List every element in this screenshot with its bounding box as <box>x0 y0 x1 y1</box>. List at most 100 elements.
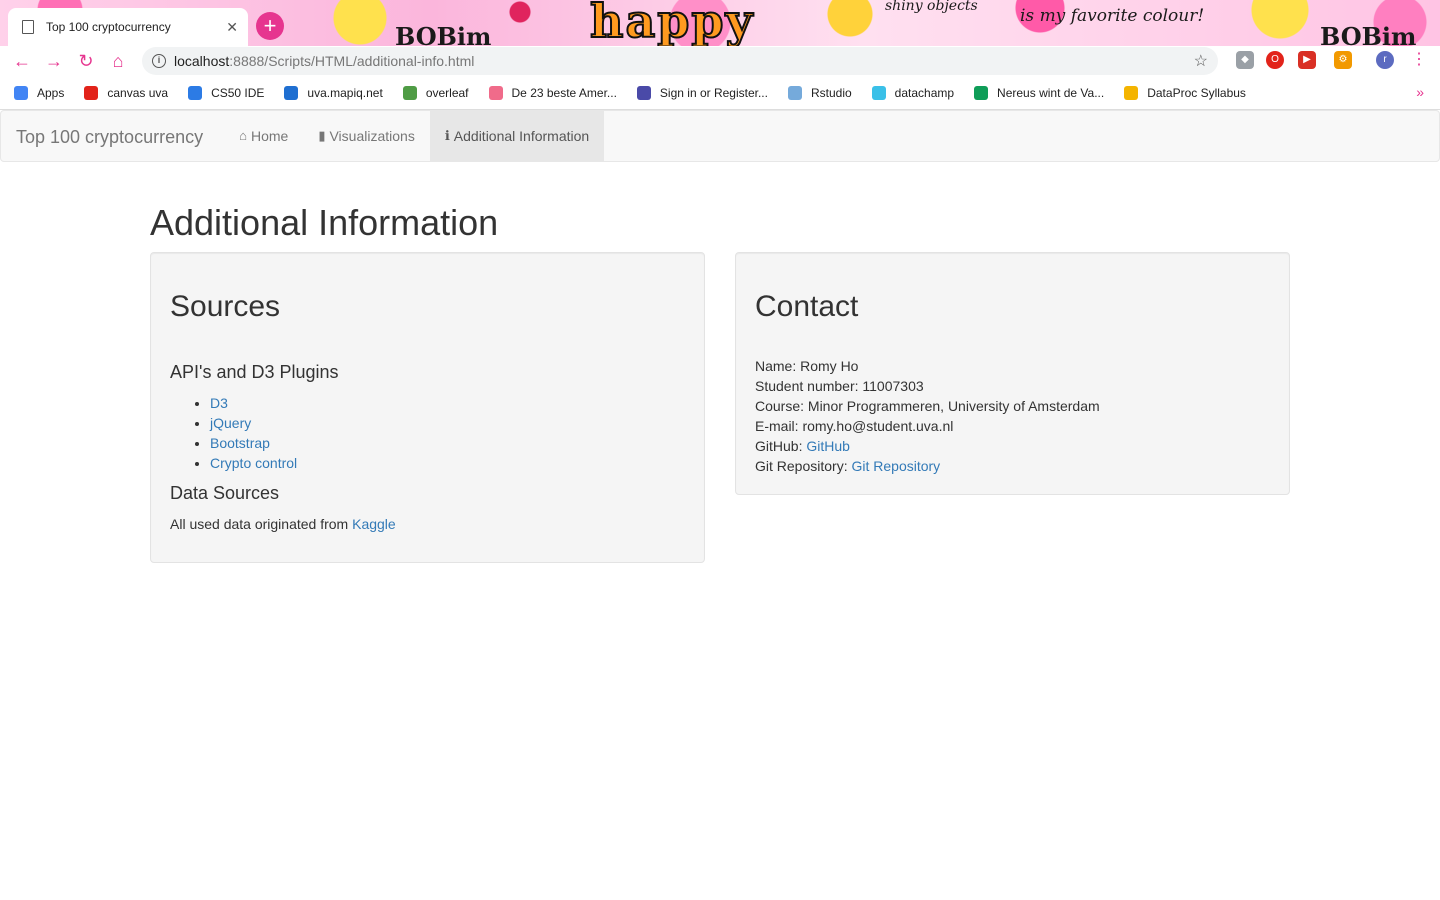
bookmark-favicon-icon <box>188 85 203 100</box>
data-sources-heading: Data Sources <box>170 483 280 503</box>
bookmark-favicon-icon <box>84 85 99 100</box>
bookmark-item[interactable]: Apps <box>14 85 65 100</box>
nav-item-label: Additional Information <box>453 128 590 144</box>
bookmark-label: Rstudio <box>810 85 852 100</box>
info-icon: ℹ <box>444 128 450 143</box>
site-info-icon[interactable]: i <box>152 54 166 68</box>
github-link[interactable]: GitHub <box>806 438 850 454</box>
page-favicon-icon <box>22 20 34 34</box>
nav-item-label: Home <box>250 128 289 144</box>
bookmark-favicon-icon <box>871 85 886 100</box>
contact-student-number: Student number: 11007303 <box>755 378 924 394</box>
nav-item-home[interactable]: ⌂ Home <box>224 111 303 161</box>
theme-decoration-text: BOBim <box>395 22 492 46</box>
site-navbar: Top 100 cryptocurrency ⌂ Home ▮ Visualiz… <box>0 110 1440 162</box>
plugin-link-bootstrap[interactable]: Bootstrap <box>210 435 270 451</box>
home-icon: ⌂ <box>239 128 247 143</box>
contact-github: GitHub: GitHub <box>755 436 1270 456</box>
bookmark-favicon-icon <box>787 85 802 100</box>
bookmark-item[interactable]: overleaf <box>402 85 469 100</box>
navbar-brand[interactable]: Top 100 cryptocurrency <box>1 111 218 161</box>
bookmark-favicon-icon <box>636 85 651 100</box>
page-content: Top 100 cryptocurrency ⌂ Home ▮ Visualiz… <box>0 110 1440 900</box>
bookmark-favicon-icon <box>974 85 989 100</box>
bookmarks-overflow-icon[interactable]: » <box>1416 84 1424 100</box>
forward-arrow-icon[interactable]: → <box>38 51 70 72</box>
kaggle-link[interactable]: Kaggle <box>352 516 396 532</box>
bookmark-label: CS50 IDE <box>211 85 265 100</box>
browser-toolbar: ← → ↻ ⌂ i localhost:8888/Scripts/HTML/ad… <box>0 46 1440 76</box>
bookmark-item[interactable]: DataProc Syllabus <box>1124 85 1246 100</box>
plugin-link-jquery[interactable]: jQuery <box>210 415 251 431</box>
theme-decoration-text: BOBim <box>1320 22 1417 46</box>
git-repository-link[interactable]: Git Repository <box>851 458 940 474</box>
bookmarks-bar: Apps canvas uva CS50 IDE uva.mapiq.net overl… <box>0 76 1440 110</box>
bookmark-label: Nereus wint de Va... <box>997 85 1105 100</box>
close-tab-icon[interactable]: ✕ <box>226 19 238 36</box>
bookmark-label: DataProc Syllabus <box>1147 85 1246 100</box>
bookmark-label: Apps <box>37 85 65 100</box>
bookmark-item[interactable]: CS50 IDE <box>188 85 265 100</box>
bookmark-label: datachamp <box>894 85 955 100</box>
list-item: Crypto control <box>210 453 685 473</box>
list-item: jQuery <box>210 413 685 433</box>
nav-item-label: Visualizations <box>329 128 415 144</box>
theme-decoration-text: is my favorite colour! <box>1020 6 1205 26</box>
address-bar[interactable]: i localhost:8888/Scripts/HTML/additional… <box>142 47 1218 75</box>
list-item: Bootstrap <box>210 433 685 453</box>
contact-panel: Contact Name: Romy Ho Student number: 11… <box>735 252 1290 495</box>
bookmark-label: canvas uva <box>107 85 169 100</box>
off-extension-icon[interactable]: ⚙ <box>1334 51 1352 69</box>
bookmark-favicon-icon <box>1124 85 1139 100</box>
nav-item-additional-information[interactable]: ℹ Additional Information <box>429 111 605 161</box>
back-arrow-icon[interactable]: ← <box>6 51 38 72</box>
repo-label: Git Repository: <box>755 458 852 474</box>
contact-email: E-mail: romy.ho@student.uva.nl <box>755 418 954 434</box>
bar-chart-icon: ▮ <box>318 128 326 143</box>
data-sources-text: All used data originated from Kaggle <box>170 514 685 534</box>
sources-panel: Sources API's and D3 Plugins D3 jQuery B… <box>150 252 705 563</box>
plugin-link-d3[interactable]: D3 <box>210 395 228 411</box>
bookmark-label: uva.mapiq.net <box>307 85 383 100</box>
browser-tab-strip: BOBim happy shiny objects is my favorite… <box>0 0 1440 46</box>
theme-decoration-text: shiny objects <box>885 0 978 14</box>
page-title: Additional Information <box>150 202 499 243</box>
bookmark-label: Sign in or Register... <box>659 85 768 100</box>
bookmark-item[interactable]: uva.mapiq.net <box>284 85 383 100</box>
bookmark-favicon-icon <box>402 85 417 100</box>
opera-extension-icon[interactable]: O <box>1266 51 1284 69</box>
sources-heading: Sources <box>170 290 281 323</box>
bookmark-item[interactable]: Nereus wint de Va... <box>974 85 1105 100</box>
plugins-heading: API's and D3 Plugins <box>170 362 339 382</box>
contact-course: Course: Minor Programmeren, University o… <box>755 398 1100 414</box>
browser-tab-title: Top 100 cryptocurrency <box>46 20 171 34</box>
plugins-list: D3 jQuery Bootstrap Crypto control <box>210 393 685 473</box>
github-label: GitHub: <box>755 438 807 454</box>
data-sources-label: All used data originated from <box>170 516 353 532</box>
new-tab-button[interactable]: + <box>256 12 284 40</box>
contact-repo: Git Repository: Git Repository <box>755 456 1270 476</box>
profile-avatar[interactable]: r <box>1376 51 1394 69</box>
browser-tab[interactable]: Top 100 cryptocurrency ✕ <box>8 8 248 46</box>
contact-heading: Contact <box>755 290 859 323</box>
bookmark-favicon-icon <box>284 85 299 100</box>
plugin-link-crypto-control[interactable]: Crypto control <box>210 455 297 471</box>
bookmark-label: De 23 beste Amer... <box>511 85 617 100</box>
bookmark-favicon-icon <box>488 85 503 100</box>
bookmark-item[interactable]: Sign in or Register... <box>636 85 768 100</box>
extension-icon[interactable]: ◆ <box>1236 51 1254 69</box>
bookmark-item[interactable]: De 23 beste Amer... <box>488 85 617 100</box>
contact-name: Name: Romy Ho <box>755 358 859 374</box>
nav-item-visualizations[interactable]: ▮ Visualizations <box>303 111 430 161</box>
bookmark-item[interactable]: canvas uva <box>84 85 169 100</box>
bookmark-item[interactable]: Rstudio <box>787 85 852 100</box>
video-extension-icon[interactable]: ▶ <box>1298 51 1316 69</box>
list-item: D3 <box>210 393 685 413</box>
bookmark-label: overleaf <box>425 85 469 100</box>
url-path: :8888/Scripts/HTML/additional-info.html <box>229 53 475 69</box>
bookmark-item[interactable]: datachamp <box>871 85 955 100</box>
home-icon[interactable]: ⌂ <box>102 51 134 72</box>
reload-icon[interactable]: ↻ <box>70 51 102 72</box>
bookmark-star-icon[interactable]: ☆ <box>1194 51 1208 71</box>
menu-kebab-icon[interactable]: ⋮ <box>1410 51 1428 69</box>
